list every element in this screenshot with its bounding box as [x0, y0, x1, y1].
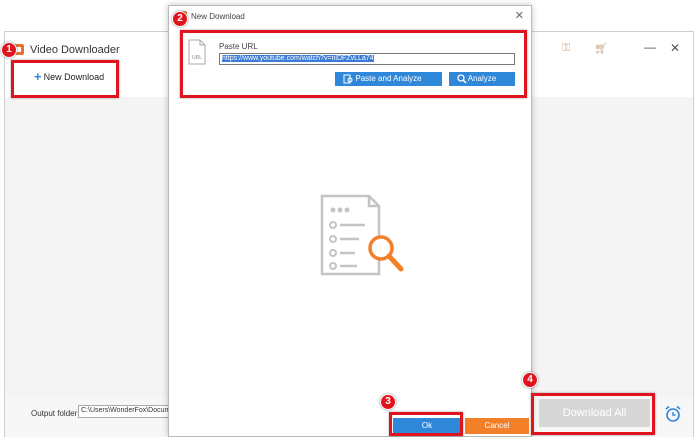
cart-icon[interactable]: 🛒︎: [594, 42, 608, 55]
step-badge-1: 1: [1, 42, 17, 58]
highlight-paste-url: [180, 30, 527, 98]
dialog-close-icon[interactable]: ✕: [515, 9, 524, 22]
main-window-title: Video Downloader: [30, 44, 120, 56]
key-icon[interactable]: ⚿: [562, 42, 570, 55]
document-search-illustration: [320, 194, 404, 276]
minimize-icon[interactable]: —: [644, 40, 656, 54]
highlight-download-all: [531, 393, 655, 435]
step-badge-3: 3: [380, 394, 396, 410]
output-folder-label: Output folder:: [31, 409, 80, 418]
step-badge-4: 4: [522, 372, 538, 388]
highlight-ok: [389, 412, 463, 436]
highlight-new-download: [11, 60, 119, 98]
cancel-button[interactable]: Cancel: [465, 418, 529, 434]
output-folder-field[interactable]: C:\Users\WonderFox\Documen: [78, 405, 174, 418]
close-icon[interactable]: ✕: [670, 41, 680, 55]
alarm-clock-icon[interactable]: [664, 405, 682, 423]
step-badge-2: 2: [172, 11, 188, 27]
dialog-title: New Download: [191, 12, 245, 21]
